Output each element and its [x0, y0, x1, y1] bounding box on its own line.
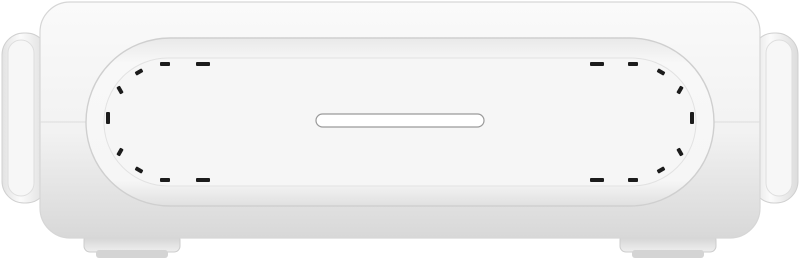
router-illustration — [1, 1, 799, 258]
status-light-bar — [315, 113, 485, 128]
product-photo — [0, 0, 800, 261]
